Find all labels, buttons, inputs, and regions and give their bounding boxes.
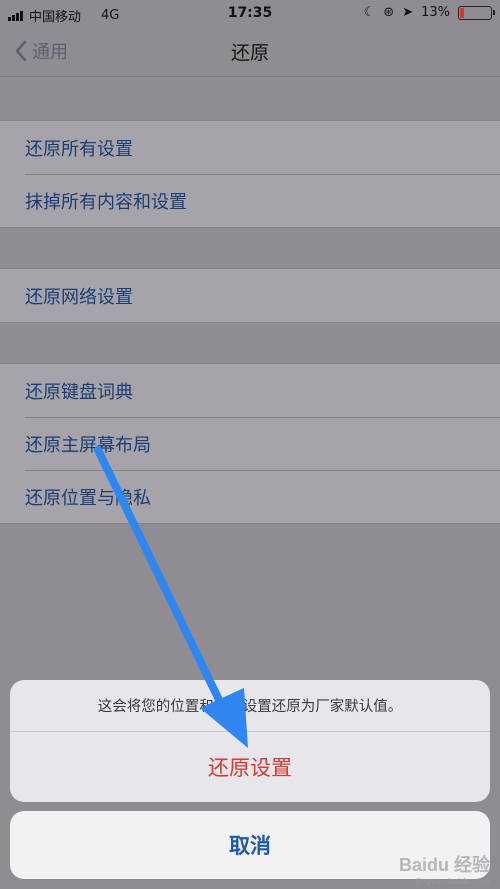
reset-group-1: 还原所有设置 抹掉所有内容和设置 [0,120,500,228]
navigation-bar: 通用 还原 [0,28,500,76]
rotation-lock-icon: ⊛ [383,5,395,20]
battery-fill [460,7,464,18]
list-item-reset-location-privacy[interactable]: 还原位置与隐私 [0,470,500,523]
list-item-reset-all-settings[interactable]: 还原所有设置 [0,121,500,174]
reset-group-2: 还原网络设置 [0,268,500,323]
page-title: 还原 [230,42,269,64]
moon-icon: ☾ [363,5,376,20]
list-item-reset-network[interactable]: 还原网络设置 [0,269,500,322]
location-arrow-icon: ➤ [402,5,414,20]
watermark-url: jingyan.baidu.com [416,877,490,886]
list-item-erase-all-content[interactable]: 抹掉所有内容和设置 [0,174,500,227]
list-item-label: 抹掉所有内容和设置 [25,192,187,213]
list-item-reset-home-layout[interactable]: 还原主屏幕布局 [0,417,500,470]
battery-icon [458,5,495,20]
watermark-logo: Baidu 经验 [398,855,490,875]
list-item-reset-keyboard[interactable]: 还原键盘词典 [0,364,500,417]
battery-percent: 13% [421,5,450,20]
nav-divider [0,76,500,77]
status-right: ☾ ⊛ ➤ 13% [363,5,495,20]
watermark: Baidu 经验 jingyan.baidu.com [399,851,490,886]
action-sheet-message: 这会将您的位置和隐私设置还原为厂家默认值。 [10,680,490,732]
list-item-label: 还原网络设置 [25,287,133,308]
list-item-label: 还原位置与隐私 [25,488,151,509]
reset-settings-button[interactable]: 还原设置 [10,732,490,802]
list-item-label: 还原主屏幕布局 [25,435,151,456]
status-bar: 中国移动 4G 17:35 ☾ ⊛ ➤ 13% [0,0,500,28]
list-item-label: 还原所有设置 [25,139,133,160]
action-sheet: 这会将您的位置和隐私设置还原为厂家默认值。 还原设置 [10,680,490,802]
list-item-label: 还原键盘词典 [25,382,133,403]
reset-group-3: 还原键盘词典 还原主屏幕布局 还原位置与隐私 [0,363,500,524]
